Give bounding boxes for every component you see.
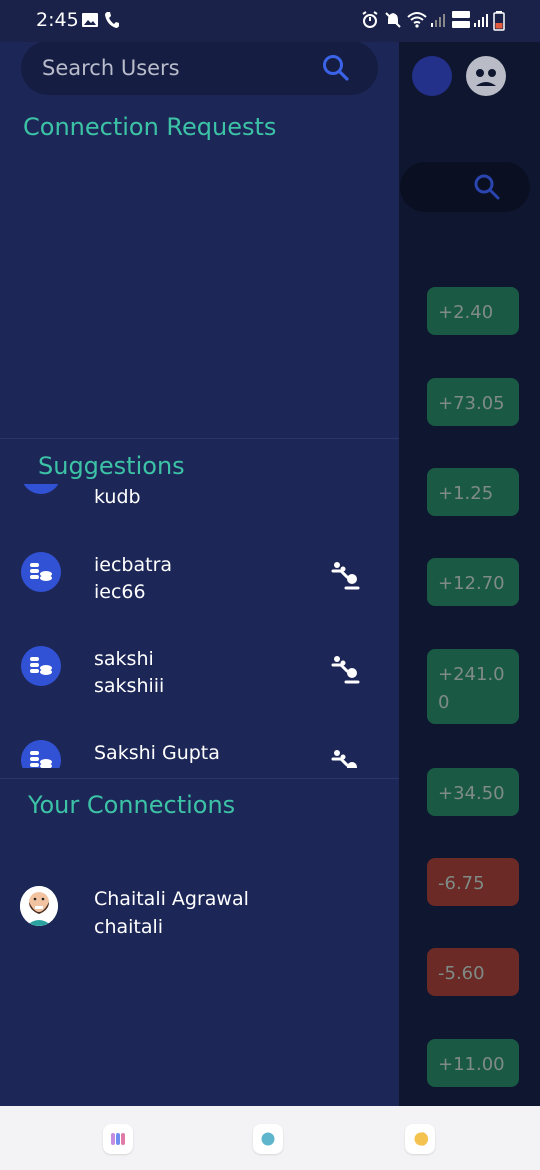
home-button[interactable]: [253, 1124, 283, 1154]
connection-handle: chaitali: [94, 916, 164, 938]
value-chip: +2.40: [427, 287, 519, 335]
user-name: Sakshi Gupta: [94, 742, 220, 764]
connection-requests-title: Connection Requests: [23, 113, 277, 141]
connection-item[interactable]: Chaitali Agrawal chaitali: [0, 880, 399, 950]
add-friend-icon[interactable]: [331, 654, 361, 688]
list-item[interactable]: sakshi sakshiii: [0, 642, 399, 722]
your-connections-title: Your Connections: [28, 791, 236, 819]
add-friend-icon[interactable]: [331, 484, 361, 488]
user-handle: sakshiii: [94, 675, 165, 697]
battery-icon: [493, 11, 505, 35]
list-item[interactable]: kudb: [0, 484, 399, 524]
add-friend-icon[interactable]: [331, 560, 361, 594]
coins-icon: [30, 657, 52, 675]
user-avatar: [20, 886, 58, 926]
bg-coin-avatar[interactable]: [412, 56, 452, 96]
divider: [0, 438, 399, 439]
connection-name: Chaitali Agrawal: [94, 888, 249, 910]
bg-profile-icon[interactable]: [466, 56, 506, 96]
value-chip: -5.60: [427, 948, 519, 996]
signal-icon-2: [473, 11, 491, 33]
coin-avatar: [21, 740, 61, 768]
value-chip: +241.0 0: [427, 649, 519, 724]
divider: [0, 778, 399, 779]
value-chip: +1.25: [427, 468, 519, 516]
value-chip: +11.00: [427, 1039, 519, 1087]
coin-avatar: [21, 646, 61, 686]
system-nav-bar: [0, 1106, 540, 1170]
image-icon: [81, 11, 99, 33]
user-search-box[interactable]: [21, 41, 378, 95]
value-chip: +12.70: [427, 558, 519, 606]
user-name: sakshi: [94, 648, 154, 670]
value-chip: +73.05: [427, 378, 519, 426]
coins-icon: [30, 563, 52, 581]
user-handle: iec66: [94, 581, 146, 603]
search-icon[interactable]: [321, 53, 351, 87]
user-name: iecbatra: [94, 554, 173, 576]
bg-search-field[interactable]: [400, 162, 530, 212]
navigation-drawer: Connection Requests Suggestions kudb iec…: [0, 0, 399, 1106]
coin-avatar: [21, 484, 61, 494]
add-friend-icon[interactable]: [331, 748, 361, 768]
list-item[interactable]: iecbatra iec66: [0, 548, 399, 628]
wifi-icon: [407, 11, 427, 33]
search-input[interactable]: [42, 49, 322, 87]
suggestions-list: kudb iecbatra iec66 sakshi sakshiii Saks…: [0, 484, 399, 768]
mute-icon: [384, 11, 402, 33]
coins-icon: [30, 751, 52, 768]
volte-icon: [450, 9, 472, 35]
list-item[interactable]: Sakshi Gupta: [0, 736, 399, 768]
signal-icon: [430, 11, 448, 33]
phone-icon: [104, 11, 120, 33]
status-time: 2:45: [36, 9, 79, 31]
recent-apps-button[interactable]: [103, 1124, 133, 1154]
user-handle: kudb: [94, 486, 141, 508]
coin-avatar: [21, 552, 61, 592]
value-chip: -6.75: [427, 858, 519, 906]
suggestions-title: Suggestions: [38, 452, 185, 480]
back-button[interactable]: [405, 1124, 435, 1154]
value-chip: +34.50: [427, 768, 519, 816]
status-bar: 2:45: [0, 0, 540, 42]
search-icon: [474, 174, 500, 200]
alarm-icon: [361, 11, 379, 33]
